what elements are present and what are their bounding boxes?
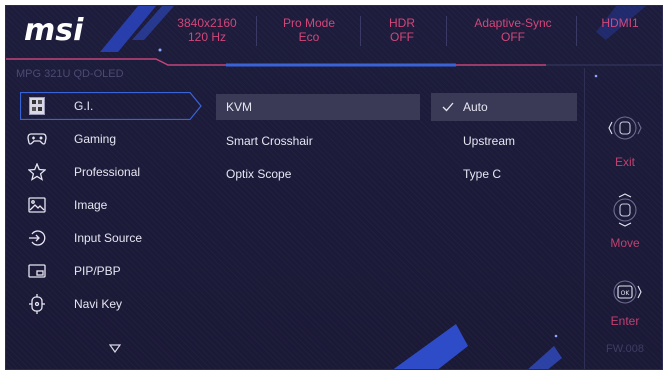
header-divider (256, 16, 257, 46)
msi-logo: msi (24, 13, 84, 48)
adaptive-sync-status: Adaptive-Sync OFF (474, 16, 552, 44)
sidebar-item-input-source[interactable]: Input Source (20, 224, 202, 252)
move-key-icon[interactable] (607, 192, 643, 228)
submenu-item-smart-crosshair[interactable]: Smart Crosshair (216, 128, 420, 154)
navi-key-icon (26, 293, 48, 315)
sidebar-item-pip-pbp[interactable]: PIP/PBP (20, 257, 202, 285)
sidebar-item-gaming[interactable]: Gaming (20, 125, 202, 153)
status-header: msi 3840x2160 120 Hz Pro Mode Eco HDR OF… (6, 6, 662, 68)
checkmark-icon (441, 93, 455, 131)
move-label: Move (610, 236, 640, 250)
pro-mode-status: Pro Mode Eco (282, 16, 336, 44)
sidebar-item-label: PIP/PBP (74, 264, 121, 278)
input-status: HDMI1 (601, 16, 639, 30)
exit-label: Exit (614, 155, 635, 169)
sidebar-item-label: Gaming (74, 132, 117, 146)
sidebar-item-label: Professional (74, 165, 141, 179)
resolution-status: 3840x2160 120 Hz (177, 16, 237, 44)
sidebar-item-navi-key[interactable]: Navi Key (20, 290, 202, 318)
pip-icon (26, 260, 48, 282)
option-label: Upstream (463, 134, 516, 148)
sidebar-item-image[interactable]: Image (20, 191, 202, 219)
header-underline (6, 58, 662, 67)
option-label: Type C (463, 167, 502, 181)
header-divider (576, 16, 577, 46)
firmware-version: FW.008 (606, 343, 644, 355)
option-auto[interactable]: Auto (431, 93, 577, 121)
option-type-c[interactable]: Type C (431, 160, 577, 188)
gamepad-icon (26, 128, 48, 150)
sidebar-item-gi[interactable]: G.I. (20, 92, 202, 120)
header-divider (446, 16, 447, 46)
enter-key-icon[interactable]: OK (607, 274, 643, 310)
submenu-item-optix-scope[interactable]: Optix Scope (216, 161, 420, 187)
key-guide: Exit Move OK Enter FW.008 (584, 68, 662, 369)
option-label: Auto (463, 100, 488, 114)
sidebar-item-label: Navi Key (74, 297, 123, 311)
enter-icon-text: OK (621, 290, 631, 297)
exit-key-icon[interactable] (607, 110, 643, 146)
hdr-status: HDR OFF (389, 16, 415, 44)
image-icon (26, 194, 48, 216)
monitor-osd: msi 3840x2160 120 Hz Pro Mode Eco HDR OF… (5, 5, 663, 370)
submenu-item-kvm[interactable]: KVM (216, 94, 420, 120)
sidebar-item-professional[interactable]: Professional (20, 158, 202, 186)
star-icon (26, 161, 48, 183)
active-frame (20, 92, 202, 120)
sidebar-item-label: Input Source (74, 231, 143, 245)
enter-label: Enter (610, 314, 640, 328)
header-divider (360, 16, 361, 46)
option-upstream[interactable]: Upstream (431, 127, 577, 155)
input-source-icon (26, 227, 48, 249)
sidebar-item-label: Image (74, 198, 108, 212)
scroll-down-icon[interactable] (109, 344, 121, 353)
model-name: MPG 321U QD-OLED (16, 68, 124, 80)
